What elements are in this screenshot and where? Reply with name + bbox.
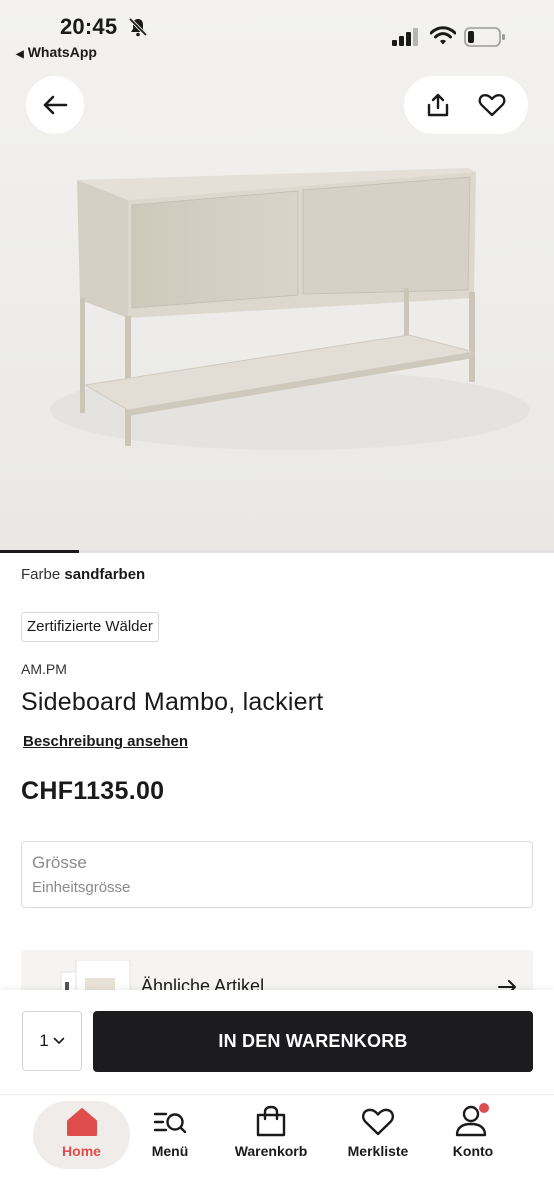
size-value: Einheitsgrösse — [32, 879, 131, 896]
wifi-icon — [430, 26, 456, 45]
quantity-value: 1 — [39, 1031, 49, 1050]
quantity-select[interactable]: 1 — [22, 1011, 82, 1071]
heart-icon — [478, 94, 506, 117]
chevron-down-icon — [53, 1037, 65, 1044]
tab-menu[interactable]: Menü — [140, 1101, 200, 1169]
cellular-signal-icon — [392, 28, 418, 46]
status-bar: 20:45 ◀ WhatsApp — [0, 0, 554, 70]
tab-home-label: Home — [62, 1143, 101, 1159]
tab-menu-label: Menü — [151, 1143, 189, 1159]
product-title: Sideboard Mambo, lackiert — [21, 688, 324, 716]
tab-cart[interactable]: Warenkorb — [226, 1101, 316, 1169]
color-value: sandfarben — [64, 566, 146, 583]
color-label: Farbe — [21, 566, 61, 583]
color-info: Farbe sandfarben — [21, 566, 145, 583]
tab-cart-label: Warenkorb — [234, 1143, 308, 1159]
share-icon — [427, 93, 449, 117]
add-to-cart-bar: 1 IN DEN WARENKORB — [0, 990, 554, 1094]
status-time: 20:45 — [60, 14, 118, 39]
battery-icon — [464, 27, 505, 47]
size-label: Grösse — [32, 853, 87, 872]
back-to-app-link[interactable]: ◀ WhatsApp — [16, 44, 97, 60]
tab-wishlist[interactable]: Merkliste — [338, 1101, 418, 1169]
view-description-link[interactable]: Beschreibung ansehen — [23, 733, 188, 750]
product-price: CHF1135.00 — [21, 777, 165, 805]
arrow-left-icon — [43, 95, 68, 115]
certified-forests-badge: Zertifizierte Wälder — [21, 612, 159, 642]
carousel-progress-active — [0, 550, 79, 553]
product-image-carousel[interactable] — [0, 0, 554, 552]
tab-home[interactable]: Home — [33, 1101, 130, 1169]
home-icon — [66, 1108, 97, 1136]
tab-wishlist-label: Merkliste — [347, 1143, 409, 1159]
size-selector[interactable]: Grösse Einheitsgrösse — [21, 841, 533, 908]
shopping-bag-icon — [256, 1105, 286, 1137]
tab-account[interactable]: Konto — [440, 1101, 506, 1169]
tab-account-label: Konto — [452, 1143, 494, 1159]
carousel-progress — [0, 550, 554, 553]
wishlist-button[interactable] — [478, 93, 506, 117]
heart-icon — [362, 1108, 394, 1136]
add-to-cart-button[interactable]: IN DEN WARENKORB — [93, 1011, 533, 1072]
bell-off-icon — [128, 17, 148, 37]
account-icon — [455, 1103, 489, 1137]
back-app-label: WhatsApp — [27, 44, 97, 60]
menu-search-icon — [153, 1112, 187, 1134]
image-actions — [404, 76, 528, 134]
brand-name: AM.PM — [21, 661, 67, 677]
share-button[interactable] — [426, 92, 450, 118]
bottom-tab-bar: Home Menü Warenkorb Merkliste Konto — [0, 1094, 554, 1200]
back-triangle-icon: ◀ — [16, 49, 24, 60]
back-button[interactable] — [26, 76, 84, 134]
